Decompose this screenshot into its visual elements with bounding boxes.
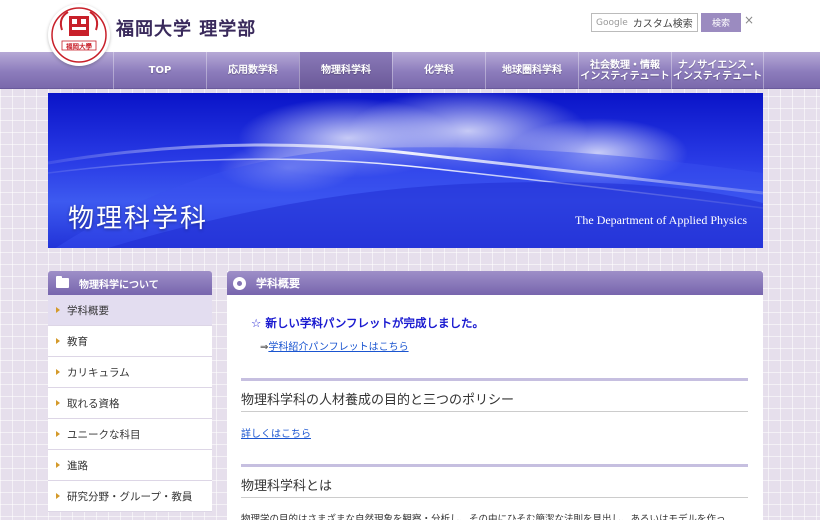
- sidebar-item-label: ユニークな科目: [67, 428, 141, 441]
- nav-label: TOP: [148, 65, 172, 76]
- nav-item-top[interactable]: TOP: [113, 52, 206, 89]
- nav-label-line1: 社会数理・情報: [590, 59, 660, 71]
- search-button[interactable]: 検索: [701, 13, 741, 32]
- site-header: 福岡大學 福岡大学 理学部 Google カスタム検索 検索 ×: [0, 0, 820, 66]
- sidebar-item-label: カリキュラム: [67, 366, 130, 379]
- main-navigation: TOP 応用数学科 物理科学科 化学科 地球圏科学科 社会数理・情報 インスティ…: [0, 52, 820, 89]
- folder-icon: [56, 276, 69, 288]
- sidebar-item-overview[interactable]: 学科概要: [48, 295, 212, 326]
- nav-label: 地球圏科学科: [502, 65, 562, 76]
- arrow-right-icon: [56, 307, 60, 313]
- nav-label: 化学科: [424, 65, 454, 76]
- arrow-right-icon: [56, 400, 60, 406]
- main-header: 学科概要: [227, 271, 763, 295]
- nav-item-chemistry[interactable]: 化学科: [392, 52, 485, 89]
- section-title-policy: 物理科学科の人材養成の目的と三つのポリシー: [241, 393, 515, 408]
- nav-item-earth-science[interactable]: 地球圏科学科: [485, 52, 578, 89]
- nav-label-line2: インスティテュート: [672, 70, 763, 82]
- sidebar-header: 物理科学について: [48, 271, 212, 295]
- logo-emblem-icon: 福岡大學: [51, 7, 107, 63]
- sidebar-item-label: 学科概要: [67, 304, 109, 317]
- sidebar-item-careers[interactable]: 進路: [48, 450, 212, 481]
- section-divider: [241, 378, 748, 381]
- nav-label-line2: インスティテュート: [580, 70, 670, 82]
- nav-label: 応用数学科: [228, 65, 278, 76]
- site-title[interactable]: 福岡大学 理学部: [116, 15, 256, 41]
- university-logo[interactable]: 福岡大學: [48, 4, 110, 66]
- body-paragraph: 物理学の目的はさまざまな自然現象を観察・分析し、その中にひそむ簡潔な法則を見出し…: [241, 514, 726, 520]
- section-title-about: 物理科学科とは: [241, 479, 333, 494]
- sidebar-header-label: 物理科学について: [79, 279, 159, 291]
- search-clear-icon[interactable]: ×: [744, 13, 754, 27]
- sidebar-item-research-faculty[interactable]: 研究分野・グループ・教員: [48, 481, 212, 512]
- banner-subtitle: The Department of Applied Physics: [575, 213, 747, 227]
- pamphlet-link[interactable]: 学科紹介パンフレットはこちら: [268, 342, 408, 353]
- arrow-right-icon: [56, 338, 60, 344]
- sidebar-item-unique-courses[interactable]: ユニークな科目: [48, 419, 212, 450]
- banner-title: 物理科学科: [68, 204, 209, 234]
- sidebar-item-curriculum[interactable]: カリキュラム: [48, 357, 212, 388]
- sidebar-item-label: 教育: [67, 335, 88, 348]
- logo-text: 福岡大學: [65, 42, 93, 51]
- sidebar-item-qualifications[interactable]: 取れる資格: [48, 388, 212, 419]
- nav-item-physics[interactable]: 物理科学科: [299, 52, 392, 89]
- sidebar-item-label: 取れる資格: [67, 397, 120, 410]
- search-placeholder: カスタム検索: [632, 19, 693, 30]
- search-google-label: Google: [596, 17, 628, 28]
- details-link[interactable]: 詳しくはこちら: [241, 425, 311, 440]
- notice-text: ☆ 新しい学科パンフレットが完成しました。: [251, 316, 485, 330]
- arrow-right-icon: [56, 369, 60, 375]
- hero-banner: 物理科学科 The Department of Applied Physics: [48, 93, 763, 248]
- circle-bullet-icon: [233, 276, 246, 290]
- sidebar: 物理科学について 学科概要 教育 カリキュラム 取れる資格 ユニークな科目 進路…: [48, 271, 212, 512]
- arrow-right-icon: [56, 462, 60, 468]
- section-divider: [241, 464, 748, 467]
- notice-link-row: ⇒学科紹介パンフレットはこちら: [260, 338, 409, 353]
- sidebar-item-label: 進路: [67, 459, 88, 472]
- sidebar-item-education[interactable]: 教育: [48, 326, 212, 357]
- section-underline: [241, 411, 748, 412]
- sidebar-item-label: 研究分野・グループ・教員: [67, 490, 193, 503]
- arrow-right-icon: [56, 431, 60, 437]
- nav-label: 物理科学科: [321, 65, 371, 76]
- nav-label-line1: ナノサイエンス・: [677, 59, 758, 71]
- section-underline: [241, 497, 748, 498]
- nav-item-applied-math[interactable]: 応用数学科: [206, 52, 299, 89]
- arrow-right-icon: [56, 493, 60, 499]
- search-input[interactable]: Google カスタム検索: [591, 13, 698, 32]
- nav-item-nanoscience-institute[interactable]: ナノサイエンス・ インスティテュート: [671, 52, 764, 89]
- main-content: 学科概要 ☆ 新しい学科パンフレットが完成しました。 ⇒学科紹介パンフレットはこ…: [227, 271, 763, 520]
- nav-item-social-math-institute[interactable]: 社会数理・情報 インスティテュート: [578, 52, 671, 89]
- main-header-label: 学科概要: [256, 277, 300, 290]
